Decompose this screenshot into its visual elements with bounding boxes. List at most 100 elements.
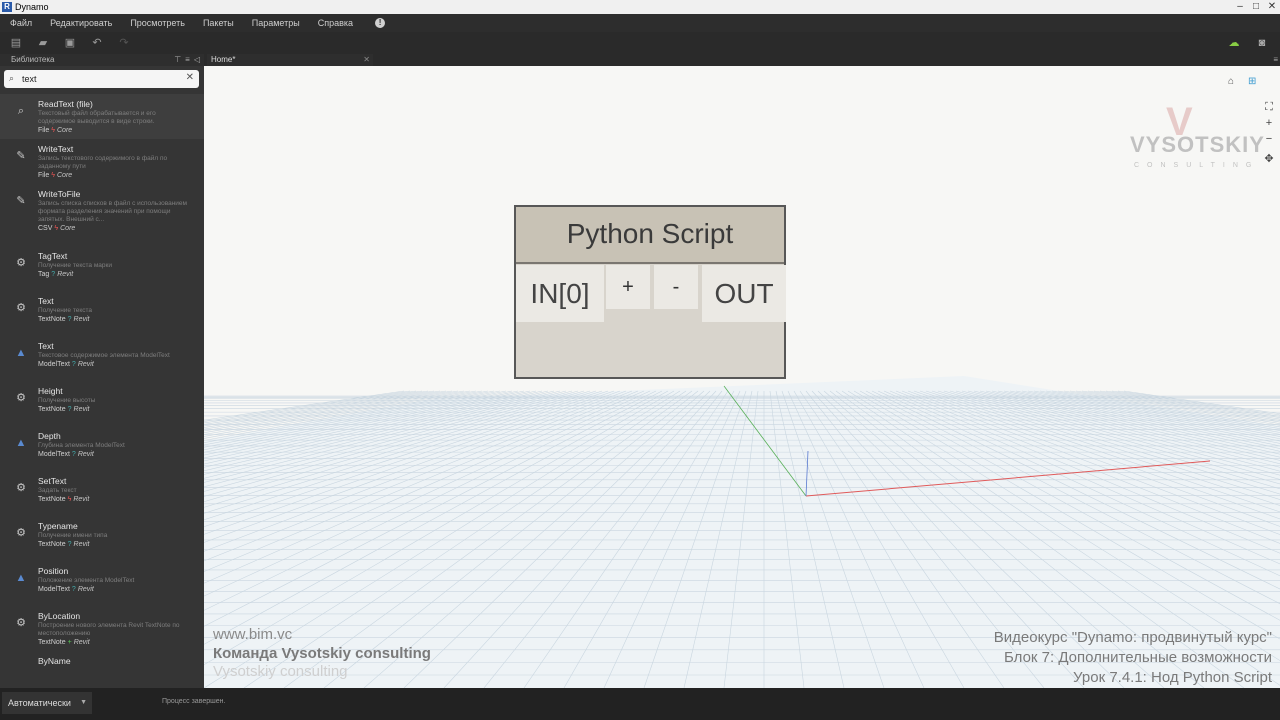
- list-item[interactable]: ⚙ Text Получение текста TextNote? Revit: [0, 291, 204, 336]
- status-bar: Автоматически ▼ Процесс завершен.: [0, 688, 1280, 720]
- item-description: Получение текста: [38, 307, 93, 314]
- collapse-panel-icon[interactable]: ◁: [194, 54, 200, 66]
- create-plus-icon: +: [67, 639, 72, 646]
- action-bolt-icon: ϟ: [51, 172, 55, 179]
- menu-file[interactable]: Файл: [10, 18, 32, 28]
- list-item[interactable]: ⚙ SetText Задать текст TextNote ϟ Revit: [0, 471, 204, 516]
- item-category: ModelText? Revit: [38, 586, 94, 593]
- caption-right: Видеокурс "Dynamo: продвинутый курс" Бло…: [993, 629, 1272, 686]
- save-icon[interactable]: ▣: [63, 36, 77, 50]
- redo-icon[interactable]: ↷: [117, 36, 131, 50]
- model-text-icon: ▲: [15, 347, 27, 359]
- revit-logo-icon: R: [2, 2, 12, 12]
- search-icon: ⌕: [9, 73, 15, 83]
- close-icon[interactable]: ✕: [1264, 0, 1280, 14]
- query-icon: ?: [51, 271, 56, 278]
- add-input-button[interactable]: +: [606, 265, 650, 309]
- item-name: TagText: [38, 251, 68, 261]
- brand-watermark: V VYSOTSKIY CONSULTING: [1130, 100, 1265, 169]
- clear-search-icon[interactable]: ✕: [186, 72, 194, 83]
- caption-left: www.bim.vc Команда Vysotskiy consulting …: [213, 626, 431, 680]
- list-item[interactable]: ByName: [0, 651, 204, 688]
- tab-menu-icon[interactable]: ≡: [1273, 54, 1278, 66]
- write-file-icon: ✎: [16, 150, 26, 162]
- menu-settings[interactable]: Параметры: [252, 18, 300, 28]
- window-titlebar: R Dynamo – □ ✕: [0, 0, 1280, 14]
- item-name: Text: [38, 341, 54, 351]
- item-category: Tag? Revit: [38, 271, 74, 278]
- node-icon: ⚙: [16, 482, 26, 494]
- open-file-icon[interactable]: ▰: [36, 36, 50, 50]
- remove-input-button[interactable]: -: [654, 265, 698, 309]
- item-name: Depth: [38, 431, 61, 441]
- item-name: ByName: [38, 656, 71, 666]
- geometry-view-icon[interactable]: ⌂: [1228, 76, 1234, 87]
- list-item[interactable]: ⚙ TagText Получение текста марки Tag? Rev…: [0, 246, 204, 291]
- item-category: TextNote? Revit: [38, 406, 90, 413]
- item-category: File ϟ Core: [38, 172, 73, 179]
- item-description: Текстовый файл обрабатывается и его соде…: [38, 110, 156, 125]
- workspace-canvas[interactable]: Python Script IN[0] + - OUT ⌂ ⊞ ⛶ + − ✥ …: [204, 66, 1280, 688]
- new-file-icon[interactable]: ▤: [9, 36, 23, 50]
- list-item[interactable]: ✎ WriteText Запись текстового содержимог…: [0, 139, 204, 184]
- graph-view-icon[interactable]: ⊞: [1248, 76, 1256, 87]
- read-file-icon: ⌕: [17, 105, 25, 117]
- package-update-icon[interactable]: ☁: [1226, 36, 1242, 50]
- item-category: ModelText? Revit: [38, 361, 94, 368]
- item-name: Position: [38, 566, 69, 576]
- query-icon: ?: [67, 406, 72, 413]
- list-item[interactable]: ⚙ Height Получение высоты TextNote? Revit: [0, 381, 204, 426]
- library-search: ⌕ ✕: [4, 70, 199, 88]
- search-input[interactable]: [22, 72, 172, 86]
- list-item[interactable]: ⚙ ByLocation Построение нового элемента …: [0, 606, 204, 651]
- node-icon: ⚙: [16, 617, 26, 629]
- list-item[interactable]: ✎ WriteToFile Запись списка списков в фа…: [0, 184, 204, 246]
- info-icon[interactable]: !: [375, 18, 386, 28]
- item-name: ByLocation: [38, 611, 81, 621]
- item-description: Задать текст: [38, 487, 77, 494]
- list-item[interactable]: ⚙ Typename Получение имени типа TextNote…: [0, 516, 204, 561]
- toolbar: ▤ ▰ ▣ ↶ ↷ ☁ ◙: [0, 32, 1280, 54]
- item-category: CSV ϟ Core: [38, 225, 76, 232]
- item-description: Положение элемента ModelText: [38, 577, 135, 584]
- query-icon: ?: [67, 316, 72, 323]
- library-results: ⌕ ReadText (file) Текстовый файл обрабат…: [0, 94, 204, 688]
- python-script-node[interactable]: Python Script IN[0] + - OUT: [514, 205, 786, 379]
- menu-packages[interactable]: Пакеты: [203, 18, 234, 28]
- model-text-icon: ▲: [15, 437, 27, 449]
- query-icon: ?: [71, 586, 76, 593]
- window-controls: – □ ✕: [1232, 0, 1280, 14]
- list-item[interactable]: ▲ Position Положение элемента ModelText …: [0, 561, 204, 606]
- tab-label: Home*: [211, 55, 236, 64]
- close-tab-icon[interactable]: ✕: [363, 54, 370, 66]
- menu-edit[interactable]: Редактировать: [50, 18, 112, 28]
- undo-icon[interactable]: ↶: [90, 36, 104, 50]
- item-name: ReadText (file): [38, 99, 93, 109]
- list-item[interactable]: ▲ Text Текстовое содержимое элемента Mod…: [0, 336, 204, 381]
- output-port[interactable]: OUT: [702, 265, 786, 322]
- run-mode-dropdown[interactable]: Автоматически ▼: [2, 692, 92, 714]
- query-icon: ?: [71, 451, 76, 458]
- list-item[interactable]: ⌕ ReadText (file) Текстовый файл обрабат…: [0, 94, 204, 139]
- list-item[interactable]: ▲ Depth Глубина элемента ModelText Model…: [0, 426, 204, 471]
- maximize-icon[interactable]: □: [1248, 0, 1264, 14]
- menu-help[interactable]: Справка: [318, 18, 353, 28]
- library-panel: Библиотека ⊤ ≡ ◁ ⌕ ✕ ⌕ ReadText (file) Т…: [0, 54, 204, 688]
- camera-icon[interactable]: ◙: [1254, 36, 1270, 50]
- filter-icon[interactable]: ⊤: [174, 54, 181, 66]
- tab-home[interactable]: Home* ✕: [207, 54, 373, 66]
- item-category: ModelText? Revit: [38, 451, 94, 458]
- list-view-icon[interactable]: ≡: [185, 54, 190, 66]
- item-description: Запись текстового содержимого в файл по …: [38, 155, 168, 170]
- node-title[interactable]: Python Script: [516, 207, 784, 264]
- minimize-icon[interactable]: –: [1232, 0, 1248, 14]
- action-bolt-icon: ϟ: [67, 496, 72, 503]
- item-name: WriteToFile: [38, 189, 81, 199]
- node-icon: ⚙: [16, 302, 26, 314]
- model-text-icon: ▲: [15, 572, 27, 584]
- run-status-text: Процесс завершен.: [162, 698, 226, 705]
- menu-view[interactable]: Просмотреть: [130, 18, 185, 28]
- input-port[interactable]: IN[0]: [516, 265, 604, 322]
- item-name: SetText: [38, 476, 67, 486]
- window-title: Dynamo: [15, 2, 49, 12]
